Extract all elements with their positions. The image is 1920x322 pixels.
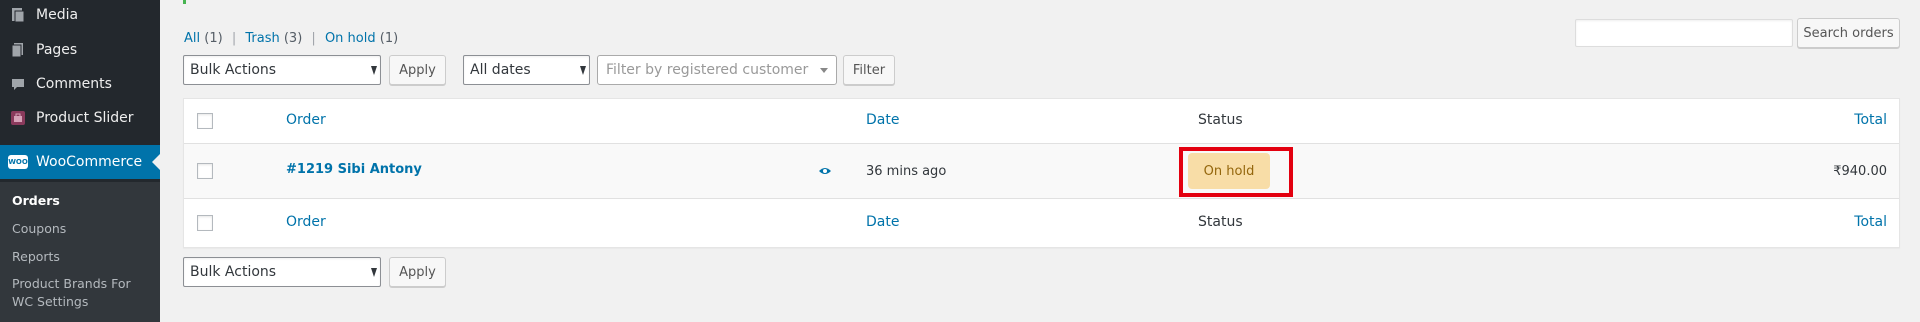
table-header-row: Order Date Status Total — [184, 99, 1899, 144]
submenu-item-label: Product Brands For — [12, 276, 131, 291]
pages-icon — [0, 42, 36, 58]
separator: | — [231, 31, 237, 46]
column-header-date[interactable]: Date — [866, 112, 899, 128]
woocommerce-icon: WOO — [0, 155, 36, 169]
bulk-actions-value: Bulk Actions — [190, 62, 277, 78]
view-trash-link[interactable]: Trash — [245, 31, 279, 46]
status-badge: On hold — [1188, 153, 1270, 189]
sidebar-item-pages[interactable]: Pages — [0, 33, 160, 67]
product-slider-icon — [0, 110, 36, 126]
submenu-item-reports[interactable]: Reports — [12, 248, 60, 266]
date-filter-value: All dates — [470, 62, 531, 78]
submenu-item-orders[interactable]: Orders — [12, 192, 60, 210]
media-icon — [0, 7, 36, 23]
sidebar-item-media[interactable]: Media — [0, 0, 160, 32]
customer-filter-select[interactable]: Filter by registered customer — [597, 55, 837, 85]
view-all-count: (1) — [204, 31, 223, 46]
notice-edge — [183, 0, 186, 4]
bulk-actions-select-bottom[interactable]: Bulk Actions — [183, 257, 381, 287]
order-status-filters: All (1) | Trash (3) | On hold (1) — [184, 31, 398, 46]
woocommerce-submenu: Orders Coupons Reports Product Brands Fo… — [0, 182, 160, 322]
column-header-order[interactable]: Order — [286, 112, 326, 128]
order-date: 36 mins ago — [866, 164, 947, 179]
caret-down-icon — [371, 268, 377, 277]
search-orders-button[interactable]: Search orders — [1797, 18, 1900, 48]
orders-table: Order Date Status Total #1219 Sibi Anton… — [183, 98, 1900, 248]
search-orders-input[interactable] — [1575, 19, 1793, 47]
table-footer-row: Order Date Status Total — [184, 199, 1899, 247]
filter-button[interactable]: Filter — [843, 55, 895, 85]
view-all-link[interactable]: All — [184, 31, 200, 46]
column-footer-status: Status — [1198, 214, 1243, 230]
select-all-checkbox[interactable] — [197, 113, 213, 129]
sidebar-item-label: Pages — [36, 42, 78, 58]
view-on-hold-count: (1) — [379, 31, 399, 46]
column-header-total[interactable]: Total — [1854, 112, 1887, 128]
eye-icon[interactable] — [818, 165, 832, 177]
submenu-item-label: WC Settings — [12, 294, 89, 309]
table-row[interactable]: #1219 Sibi Antony 36 mins ago On hold ₹9… — [184, 144, 1899, 199]
select-all-checkbox-footer[interactable] — [197, 215, 213, 231]
apply-button-bottom[interactable]: Apply — [389, 257, 446, 287]
sidebar-item-comments[interactable]: Comments — [0, 67, 160, 101]
caret-down-icon — [580, 66, 586, 75]
submenu-item-product-brands[interactable]: Product Brands For WC Settings — [12, 275, 131, 311]
comments-icon — [0, 76, 36, 92]
bulk-actions-select-top[interactable]: Bulk Actions — [183, 55, 381, 85]
view-on-hold-link[interactable]: On hold — [325, 31, 376, 46]
chevron-down-icon — [820, 68, 828, 73]
sidebar-item-label: Comments — [36, 76, 112, 92]
submenu-item-coupons[interactable]: Coupons — [12, 220, 66, 238]
caret-down-icon — [371, 66, 377, 75]
customer-filter-placeholder: Filter by registered customer — [606, 62, 809, 78]
apply-button-top[interactable]: Apply — [389, 55, 446, 85]
order-link[interactable]: #1219 Sibi Antony — [286, 162, 422, 177]
column-header-status: Status — [1198, 112, 1243, 128]
sidebar-item-label: WooCommerce — [36, 154, 143, 170]
view-trash-count: (3) — [283, 31, 303, 46]
sidebar-item-woocommerce[interactable]: WOO WooCommerce — [0, 145, 160, 179]
row-checkbox[interactable] — [197, 163, 213, 179]
sidebar-item-label: Media — [36, 7, 79, 23]
sidebar-item-product-slider[interactable]: Product Slider — [0, 101, 160, 135]
date-filter-select[interactable]: All dates — [463, 55, 590, 85]
admin-sidebar: Media Pages Comments Product Slider WOO … — [0, 0, 160, 322]
order-total: ₹940.00 — [1833, 164, 1887, 179]
column-footer-order[interactable]: Order — [286, 214, 326, 230]
separator: | — [311, 31, 316, 46]
column-footer-date[interactable]: Date — [866, 214, 899, 230]
sidebar-item-label: Product Slider — [36, 110, 134, 126]
column-footer-total[interactable]: Total — [1854, 214, 1887, 230]
bulk-actions-value: Bulk Actions — [190, 264, 277, 280]
